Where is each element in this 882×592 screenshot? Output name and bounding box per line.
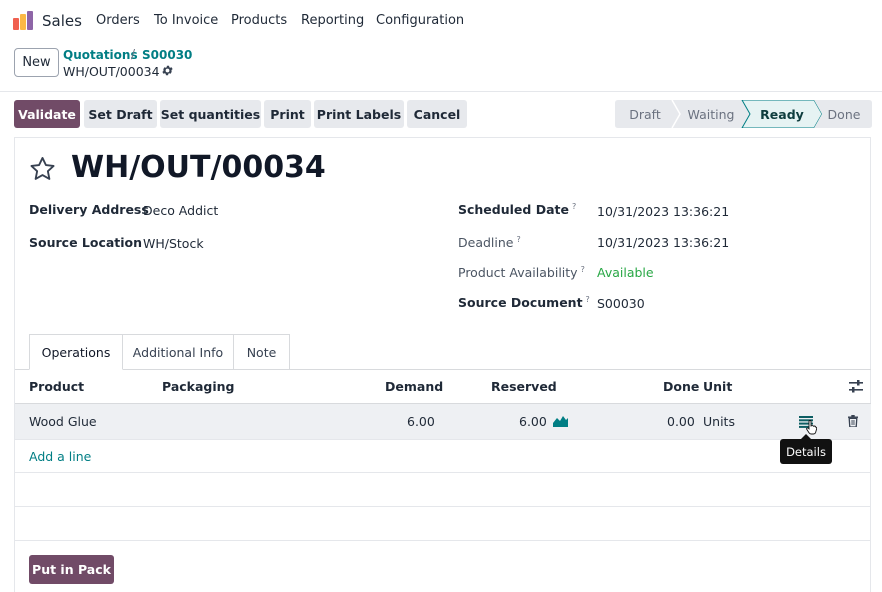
star-icon[interactable] xyxy=(28,155,57,183)
sales-app-icon[interactable] xyxy=(13,11,33,30)
delivery-address-label: Delivery Address xyxy=(29,202,149,217)
table-row[interactable] xyxy=(15,404,871,439)
deadline-label: Deadline? xyxy=(458,235,521,251)
row-divider xyxy=(15,439,871,440)
breadcrumb-quotations[interactable]: Quotations xyxy=(63,48,138,62)
row-divider xyxy=(15,540,871,541)
column-packaging[interactable]: Packaging xyxy=(162,379,235,394)
tab-additional-info[interactable]: Additional Info xyxy=(122,334,234,369)
column-reserved[interactable]: Reserved xyxy=(491,379,557,394)
deadline-value: 10/31/2023 13:36:21 xyxy=(597,235,730,250)
pointer-cursor-icon xyxy=(806,420,817,435)
top-navbar: Sales Orders To Invoice Products Reporti… xyxy=(0,0,882,42)
tabs-baseline xyxy=(15,369,871,370)
row-done[interactable]: 0.00 xyxy=(667,414,695,429)
source-document-value[interactable]: S00030 xyxy=(597,296,645,311)
row-demand[interactable]: 6.00 xyxy=(407,414,435,429)
breadcrumb-separator: / xyxy=(131,47,136,61)
row-divider xyxy=(15,506,871,507)
app-name[interactable]: Sales xyxy=(42,12,82,30)
menu-to-invoice[interactable]: To Invoice xyxy=(154,13,218,28)
scheduled-date-label: Scheduled Date? xyxy=(458,202,577,218)
column-unit[interactable]: Unit xyxy=(703,379,732,394)
row-unit[interactable]: Units xyxy=(703,414,735,429)
menu-orders[interactable]: Orders xyxy=(96,13,140,28)
product-availability-label: Product Availability? xyxy=(458,265,585,281)
tab-note[interactable]: Note xyxy=(233,334,290,369)
breadcrumb-order[interactable]: S00030 xyxy=(142,48,192,62)
source-document-label: Source Document? xyxy=(458,295,590,311)
optional-columns-icon[interactable] xyxy=(849,380,863,393)
row-product[interactable]: Wood Glue xyxy=(29,414,97,429)
breadcrumb-current: WH/OUT/00034 xyxy=(63,64,160,79)
stage-waiting[interactable]: Waiting xyxy=(677,100,745,128)
trash-icon[interactable] xyxy=(848,415,858,427)
source-location-label: Source Location xyxy=(29,235,143,250)
forecast-chart-icon[interactable] xyxy=(553,415,568,427)
column-demand[interactable]: Demand xyxy=(385,379,443,394)
column-done[interactable]: Done xyxy=(663,379,699,394)
add-line-link[interactable]: Add a line xyxy=(29,449,91,464)
gear-icon[interactable] xyxy=(161,64,174,77)
help-icon: ? xyxy=(580,265,585,274)
set-quantities-button[interactable]: Set quantities xyxy=(160,100,261,128)
menu-products[interactable]: Products xyxy=(231,13,287,28)
delivery-address-value[interactable]: Deco Addict xyxy=(143,203,218,218)
row-reserved[interactable]: 6.00 xyxy=(519,414,547,429)
tab-operations[interactable]: Operations xyxy=(29,334,123,370)
column-product[interactable]: Product xyxy=(29,379,84,394)
print-button[interactable]: Print xyxy=(264,100,311,128)
help-icon: ? xyxy=(516,235,521,244)
details-tooltip: Details xyxy=(780,434,832,464)
help-icon: ? xyxy=(585,295,590,304)
status-bar: Draft Waiting Ready Done xyxy=(615,100,872,128)
row-divider xyxy=(15,472,871,473)
new-button[interactable]: New xyxy=(14,48,59,77)
stage-ready[interactable]: Ready xyxy=(747,100,817,128)
print-labels-button[interactable]: Print Labels xyxy=(314,100,404,128)
record-title: WH/OUT/00034 xyxy=(71,150,326,185)
menu-reporting[interactable]: Reporting xyxy=(301,13,364,28)
menu-configuration[interactable]: Configuration xyxy=(376,13,464,28)
set-draft-button[interactable]: Set Draft xyxy=(84,100,157,128)
scheduled-date-value[interactable]: 10/31/2023 13:36:21 xyxy=(597,204,729,219)
help-icon: ? xyxy=(571,202,577,211)
stage-done[interactable]: Done xyxy=(819,100,869,128)
product-availability-value: Available xyxy=(597,265,654,280)
stage-draft[interactable]: Draft xyxy=(615,100,675,128)
validate-button[interactable]: Validate xyxy=(14,100,80,128)
source-location-value[interactable]: WH/Stock xyxy=(143,236,204,251)
cancel-button[interactable]: Cancel xyxy=(407,100,467,128)
header-divider xyxy=(0,91,882,92)
put-in-pack-button[interactable]: Put in Pack xyxy=(29,555,114,584)
